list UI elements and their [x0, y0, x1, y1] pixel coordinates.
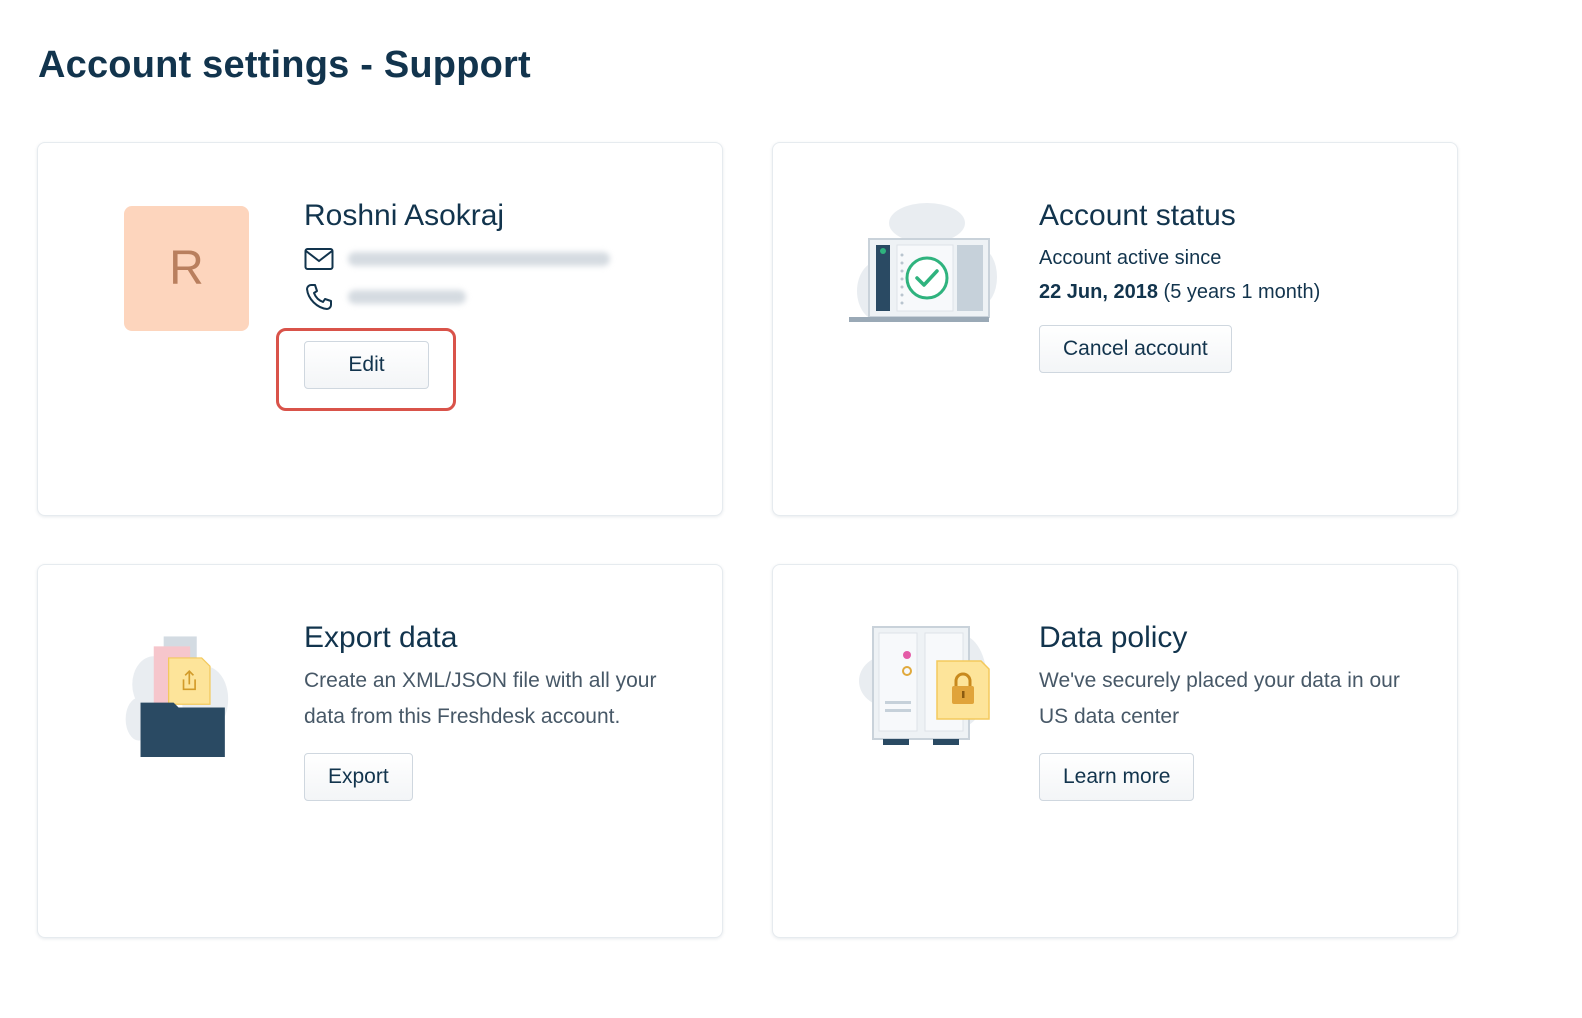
active-since-duration: (5 years 1 month) [1163, 281, 1321, 303]
export-data-card: Export data Create an XML/JSON file with… [37, 564, 723, 938]
cancel-account-button[interactable]: Cancel account [1039, 325, 1232, 373]
profile-details: Roshni Asokraj [304, 197, 704, 315]
account-settings-page: Account settings - Support R Roshni Asok… [0, 0, 1582, 1018]
export-description-line-1: Create an XML/JSON file with all your [304, 669, 657, 692]
monitor-check-icon [849, 203, 997, 322]
status-title: Account status [1039, 199, 1236, 232]
folder-export-icon [125, 636, 229, 757]
phone-icon [306, 284, 332, 310]
export-description-line-2: data from this Freshdesk account. [304, 705, 621, 728]
profile-card: R Roshni Asokraj Edit [37, 142, 723, 516]
edit-button[interactable]: Edit [304, 341, 429, 389]
profile-name: Roshni Asokraj [304, 199, 505, 232]
account-status-card: Account status Account active since 22 J… [772, 142, 1458, 516]
active-since-label: Account active since [1039, 247, 1222, 269]
export-button[interactable]: Export [304, 753, 413, 801]
phone-row [304, 279, 704, 315]
email-value-redacted [348, 252, 610, 266]
policy-details: Data policy We've securely placed your d… [1039, 619, 1439, 801]
server-lock-icon [859, 626, 990, 745]
policy-description-line-1: We've securely placed your data in our [1039, 669, 1400, 692]
export-details: Export data Create an XML/JSON file with… [304, 619, 704, 801]
export-title: Export data [304, 621, 458, 654]
policy-title: Data policy [1039, 621, 1188, 654]
data-policy-card: Data policy We've securely placed your d… [772, 564, 1458, 938]
export-description: Create an XML/JSON file with all your da… [304, 663, 704, 735]
avatar: R [124, 206, 249, 331]
email-row [304, 241, 704, 277]
policy-description: We've securely placed your data in our U… [1039, 663, 1439, 735]
learn-more-button[interactable]: Learn more [1039, 753, 1195, 801]
page-title: Account settings - Support [38, 44, 531, 86]
active-since-date: 22 Jun, 2018 [1039, 281, 1158, 303]
phone-value-redacted [348, 290, 466, 304]
status-details: Account status Account active since 22 J… [1039, 197, 1439, 373]
active-since-value: 22 Jun, 2018 (5 years 1 month) [1039, 275, 1439, 309]
policy-description-line-2: US data center [1039, 705, 1180, 728]
mail-icon [304, 248, 334, 270]
